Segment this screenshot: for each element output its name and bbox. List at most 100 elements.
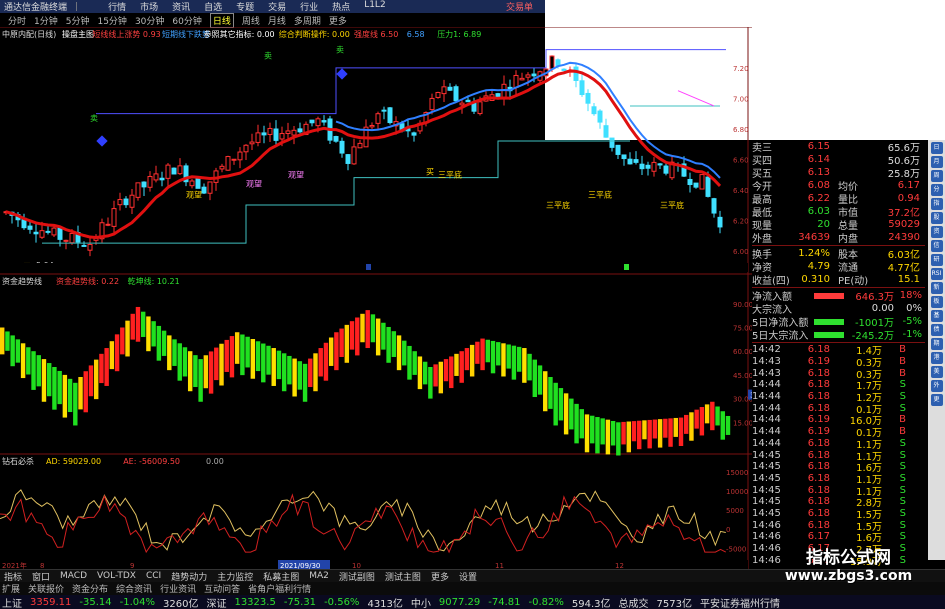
side-tool-icon[interactable]: 指	[930, 198, 943, 210]
period-tab[interactable]: 15分钟	[97, 14, 126, 27]
trend-bar	[600, 418, 605, 445]
menu-item[interactable]: 热点	[332, 0, 350, 13]
trend-bar	[177, 343, 182, 381]
side-tool-icon[interactable]: 美	[930, 366, 943, 378]
period-tab[interactable]: 分时	[8, 14, 26, 27]
side-tool-icon[interactable]: 信	[930, 240, 943, 252]
info-tab[interactable]: 省角户福利行情	[248, 582, 311, 595]
menu-item[interactable]: L1L2	[364, 0, 385, 13]
candle-body	[105, 223, 111, 226]
trade-link[interactable]: 交易单	[506, 0, 533, 13]
indicator-tab[interactable]: 测试主图	[383, 570, 423, 583]
sub1-tick: 15.00	[733, 419, 752, 427]
trend-bar	[36, 355, 41, 387]
indicator-tab[interactable]: 窗口	[30, 570, 52, 583]
tick-price: 6.17	[807, 531, 830, 543]
info-tab[interactable]: 综合资讯	[116, 582, 152, 595]
status-item: 9077.29	[438, 596, 481, 608]
tick-price: 6.18	[807, 344, 830, 356]
sub2-label: AE: -56009.50	[123, 457, 180, 466]
menu-item[interactable]: 专题	[236, 0, 254, 13]
trend-bar	[308, 358, 313, 388]
indicator-tab[interactable]: CCI	[144, 571, 163, 581]
menu-item[interactable]: 行情	[108, 0, 126, 13]
side-tool-icon[interactable]: 板	[930, 296, 943, 308]
hold-marker: 观望	[186, 189, 202, 199]
indicator-tab[interactable]: 趋势动力	[169, 570, 209, 583]
candle-body	[387, 107, 393, 124]
indicator-tab[interactable]: MACD	[58, 571, 89, 581]
side-tool-icon[interactable]: 周	[930, 170, 943, 182]
side-tool-icon[interactable]: 期	[930, 338, 943, 350]
period-tab[interactable]: 周线	[242, 14, 260, 27]
period-tab[interactable]: 60分钟	[172, 14, 201, 27]
candle-body	[621, 154, 627, 160]
period-tab[interactable]: 5分钟	[66, 14, 90, 27]
trend-bar	[673, 417, 678, 437]
chart-canvas[interactable]: 中原内配(日线) 操盘主图短线线上涨势 0.93 短期线下跌势参照其它指标: 0.0…	[0, 26, 770, 570]
side-tool-icon[interactable]: 资	[930, 226, 943, 238]
indicator-tab[interactable]: 更多	[429, 570, 451, 583]
indicator-tab[interactable]: 私募主图	[261, 570, 301, 583]
trend-bar	[52, 367, 57, 410]
date-marker	[624, 264, 629, 270]
candle-body	[285, 130, 291, 135]
side-tool-icon[interactable]: 基	[930, 310, 943, 322]
menu-item[interactable]: 资讯	[172, 0, 190, 13]
candle-body	[159, 177, 165, 181]
side-tool-icon[interactable]: 股	[930, 212, 943, 224]
info-tab[interactable]: 互动问答	[204, 582, 240, 595]
chart-area[interactable]: 中原内配(日线) 操盘主图 短线线上涨势 0.93 短期线下跌势 参照其它指标: 0.0…	[0, 26, 770, 572]
info-tab[interactable]: 扩展	[2, 582, 20, 595]
tick-time: 14:44	[752, 426, 781, 438]
side-tool-icon[interactable]: 研	[930, 254, 943, 266]
candle-body	[651, 161, 657, 172]
candle-body	[309, 119, 315, 124]
info-tab[interactable]: 行业资讯	[160, 582, 196, 595]
tick-side: S	[899, 507, 906, 519]
trend-bar	[88, 365, 94, 397]
menu-item[interactable]: 市场	[140, 0, 158, 13]
trend-bar	[208, 351, 214, 394]
menu-item[interactable]: 交易	[268, 0, 286, 13]
info-tab[interactable]: 资金分布	[72, 582, 108, 595]
side-tool-icon[interactable]: RSI	[930, 268, 943, 280]
flow-bar	[814, 331, 844, 338]
period-tab[interactable]: 更多	[329, 14, 347, 27]
side-tool-icon[interactable]: 新	[930, 282, 943, 294]
tick-side: S	[899, 472, 906, 484]
period-tab[interactable]: 日线	[209, 12, 234, 28]
bottom-marker: 三平底	[660, 200, 684, 210]
indicator-tab[interactable]: 测试副图	[337, 570, 377, 583]
side-tool-icon[interactable]: 月	[930, 156, 943, 168]
candle-body	[201, 186, 207, 194]
candle-body	[633, 159, 639, 163]
menu-item[interactable]: 自选	[204, 0, 222, 13]
side-tool-icon[interactable]: 港	[930, 352, 943, 364]
candle-body	[267, 127, 273, 135]
period-tab[interactable]: 30分钟	[135, 14, 164, 27]
info-tab[interactable]: 关联报价	[28, 582, 64, 595]
indicator-tab[interactable]: 设置	[457, 570, 479, 583]
tick-price: 6.18	[807, 449, 830, 461]
menu-item[interactable]: 行业	[300, 0, 318, 13]
trend-bar	[428, 367, 433, 399]
period-tab[interactable]: 1分钟	[34, 14, 58, 27]
side-tool-icon[interactable]: 外	[930, 380, 943, 392]
indicator-tab[interactable]: MA2	[307, 571, 331, 581]
period-tab[interactable]: 月线	[268, 14, 286, 27]
candle-body	[453, 86, 459, 102]
candle-body	[465, 99, 471, 103]
side-tool-icon[interactable]: 债	[930, 324, 943, 336]
indicator-tab[interactable]: VOL-TDX	[95, 571, 138, 581]
period-tab[interactable]: 多周期	[294, 14, 321, 27]
indicator-tab[interactable]: 主力监控	[215, 570, 255, 583]
side-tool-icon[interactable]: 日	[930, 142, 943, 154]
quote-value: 6.15	[807, 141, 830, 152]
main-chart-name: 中原内配(日线)	[2, 29, 56, 39]
side-tool-icon[interactable]: 更	[930, 394, 943, 406]
trend-bar	[689, 412, 694, 441]
side-tool-icon[interactable]: 分	[930, 184, 943, 196]
indicator-tab[interactable]: 指标	[2, 570, 24, 583]
candle-body	[573, 66, 579, 81]
